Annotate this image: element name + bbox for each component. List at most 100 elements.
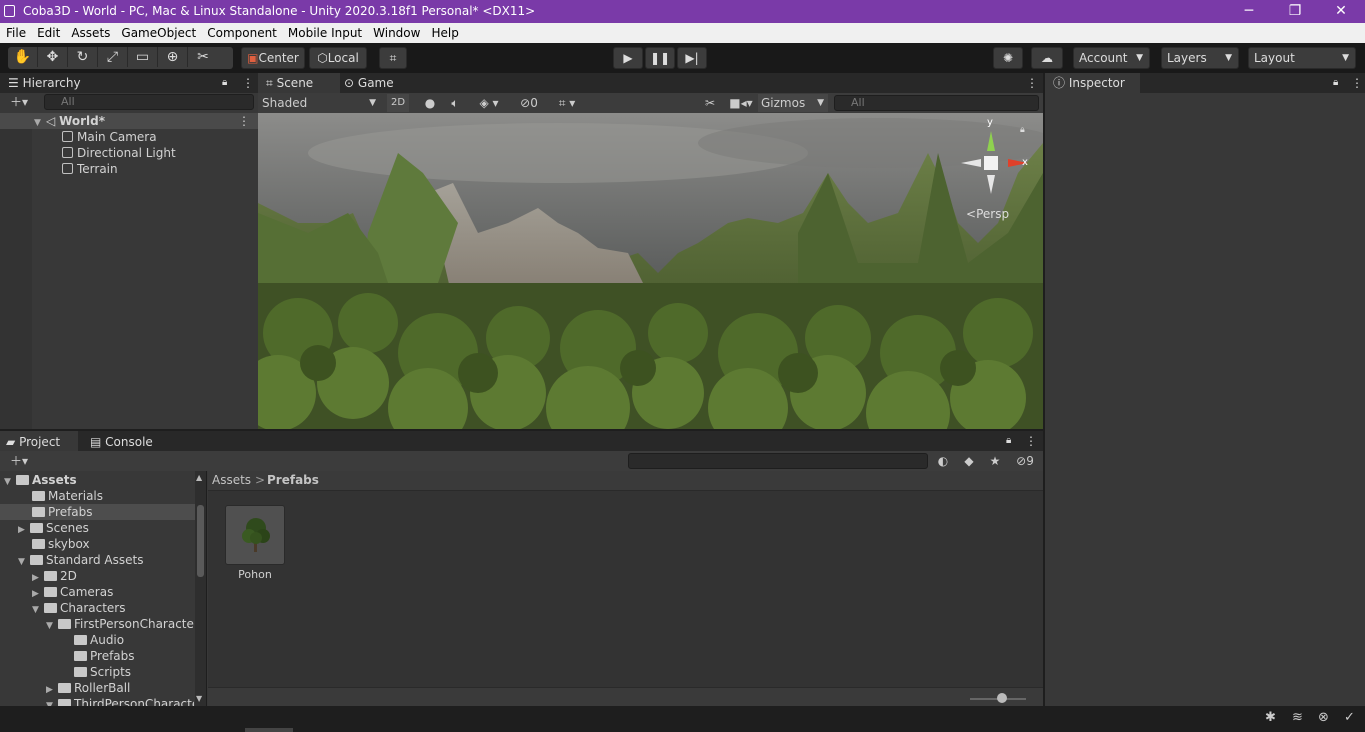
more-icon[interactable]: ⋮ (1351, 73, 1363, 93)
scene-search-input[interactable]: All (834, 95, 1039, 111)
hierarchy-item[interactable]: Terrain (62, 161, 118, 177)
auto-gen-lighting-icon[interactable]: ⊗ (1318, 710, 1329, 725)
tree-item[interactable]: skybox (32, 536, 90, 552)
tree-item-assets[interactable]: ▼ Assets (4, 472, 77, 488)
grid-toggle[interactable]: ⌗ ▾ (548, 94, 586, 112)
hierarchy-search-input[interactable]: All (44, 94, 254, 110)
lighting-icon[interactable]: ● (420, 94, 440, 112)
tree-item[interactable]: ▼ Standard Assets (18, 552, 143, 568)
menu-window[interactable]: Window (367, 23, 425, 40)
tree-item[interactable]: Prefabs (74, 648, 135, 664)
account-dropdown[interactable]: Account ▼ (1073, 47, 1150, 69)
hidden-objects-toggle[interactable]: ⊘0 (514, 94, 544, 112)
scroll-down-icon[interactable]: ▼ (196, 694, 202, 703)
tree-item-selected[interactable]: Prefabs (0, 504, 195, 520)
transform-tool-icon[interactable]: ⊕ (158, 47, 188, 67)
tree-item[interactable]: ▶ Cameras (32, 584, 113, 600)
rect-tool-icon[interactable]: ▭ (128, 47, 158, 67)
create-button[interactable]: ＋▾ (4, 93, 34, 111)
filter-type-icon[interactable]: ◐ (932, 452, 954, 470)
hidden-packages-toggle[interactable]: ⊘9 (1010, 452, 1040, 470)
tab-hierarchy[interactable]: ☰ Hierarchy (8, 73, 81, 93)
tree-item[interactable]: ▶ Scenes (18, 520, 89, 536)
minimize-button[interactable]: ─ (1239, 2, 1259, 20)
tree-item[interactable]: Materials (32, 488, 103, 504)
breadcrumb-assets[interactable]: Assets (212, 473, 251, 487)
tree-item[interactable]: Scripts (74, 664, 131, 680)
gizmo-lock-icon[interactable]: 🔒︎ (1020, 125, 1025, 135)
filter-label-icon[interactable]: ◆ (958, 452, 980, 470)
layout-dropdown[interactable]: Layout ▼ (1248, 47, 1356, 69)
gameobject-icon (62, 163, 73, 174)
grid-snap-button[interactable]: ⌗ (379, 47, 407, 69)
scroll-up-icon[interactable]: ▲ (196, 473, 202, 482)
shading-mode-dropdown[interactable]: Shaded ▼ (262, 94, 380, 112)
scene-viewport[interactable]: y x 🔒︎ <Persp (258, 113, 1043, 429)
lock-icon[interactable]: 🔒︎ (1006, 431, 1011, 451)
camera-icon[interactable]: ■◂▾ (726, 94, 756, 112)
check-circle-icon[interactable]: ✓ (1344, 710, 1355, 725)
hierarchy-item[interactable]: Directional Light (62, 145, 176, 161)
audio-icon[interactable]: 🔈︎ (445, 94, 465, 112)
hierarchy-item[interactable]: Main Camera (62, 129, 157, 145)
play-button[interactable]: ▶ (613, 47, 643, 69)
tab-scene[interactable]: ⌗ Scene (266, 73, 313, 93)
create-asset-button[interactable]: ＋▾ (4, 452, 34, 470)
menu-help[interactable]: Help (425, 23, 463, 40)
more-icon[interactable]: ⋮ (1025, 431, 1037, 451)
tree-item[interactable]: ▶ RollerBall (46, 680, 130, 696)
cloud-button[interactable]: ☁ (1031, 47, 1063, 69)
scrollbar-thumb[interactable] (197, 505, 204, 577)
pause-button[interactable]: ❚❚ (645, 47, 675, 69)
rotate-tool-icon[interactable]: ↻ (68, 47, 98, 67)
tools-icon[interactable]: ✂ (700, 94, 720, 112)
tab-console[interactable]: ▤ Console (90, 432, 153, 452)
collab-button[interactable]: ✺ (993, 47, 1023, 69)
tab-inspector[interactable]: ⓘ Inspector (1053, 73, 1125, 93)
effects-icon[interactable]: ◈ ▾ (470, 94, 508, 112)
project-panel: ▰ Project ▤ Console 🔒︎ ⋮ ＋▾ ◐ ◆ ★ ⊘9 ▼ As… (0, 429, 1043, 708)
more-icon[interactable]: ⋮ (1026, 73, 1038, 93)
layers-stack-icon[interactable]: ≋ (1292, 710, 1303, 725)
pivot-local-button[interactable]: ⬡Local (309, 47, 367, 69)
menu-edit[interactable]: Edit (31, 23, 65, 40)
tree-item[interactable]: ▼ FirstPersonCharacter (46, 616, 194, 632)
orientation-gizmo[interactable]: y x 🔒︎ <Persp (958, 117, 1038, 221)
lock-icon[interactable]: 🔒︎ (1333, 73, 1338, 93)
menu-assets[interactable]: Assets (65, 23, 115, 40)
tree-item[interactable]: ▼ Characters (32, 600, 126, 616)
close-button[interactable]: ✕ (1331, 2, 1351, 20)
scene-row[interactable]: ▼ ◁ World* ⋮ (0, 113, 258, 129)
menu-component[interactable]: Component (201, 23, 282, 40)
tree-scrollbar[interactable]: ▲ ▼ (195, 471, 206, 708)
more-icon[interactable]: ⋮ (238, 113, 250, 129)
asset-label[interactable]: Pohon (225, 568, 285, 581)
restore-button[interactable]: ❐ (1285, 2, 1305, 20)
move-tool-icon[interactable]: ✥ (38, 47, 68, 67)
custom-tool-icon[interactable]: ✂ (188, 47, 218, 67)
chevron-down-icon: ▼ (1225, 53, 1232, 63)
tree-item[interactable]: Audio (74, 632, 124, 648)
lock-icon[interactable]: 🔒︎ (222, 73, 227, 93)
favorite-star-icon[interactable]: ★ (984, 452, 1006, 470)
tab-project[interactable]: ▰ Project (6, 432, 60, 452)
more-icon[interactable]: ⋮ (242, 73, 254, 93)
zoom-slider-thumb[interactable] (997, 693, 1007, 703)
persp-label[interactable]: <Persp (966, 207, 1009, 221)
bug-icon[interactable]: ✱ (1265, 710, 1276, 725)
breadcrumb-prefabs[interactable]: Prefabs (267, 473, 319, 487)
menu-file[interactable]: File (0, 23, 31, 40)
layers-dropdown[interactable]: Layers ▼ (1161, 47, 1239, 69)
project-search-input[interactable] (628, 453, 928, 469)
pivot-center-button[interactable]: ▣Center (241, 47, 305, 69)
asset-thumbnail[interactable] (225, 505, 285, 565)
tree-item[interactable]: ▶ 2D (32, 568, 77, 584)
hand-tool-icon[interactable]: ✋ (8, 47, 38, 67)
menu-mobile-input[interactable]: Mobile Input (282, 23, 367, 40)
gizmos-dropdown[interactable]: Gizmos ▼ (758, 94, 828, 112)
step-button[interactable]: ▶| (677, 47, 707, 69)
scale-tool-icon[interactable]: ⤢ (98, 47, 128, 67)
tab-game[interactable]: ⊙ Game (344, 73, 394, 93)
mode-2d-button[interactable]: 2D (387, 94, 409, 112)
menu-gameobject[interactable]: GameObject (115, 23, 201, 40)
